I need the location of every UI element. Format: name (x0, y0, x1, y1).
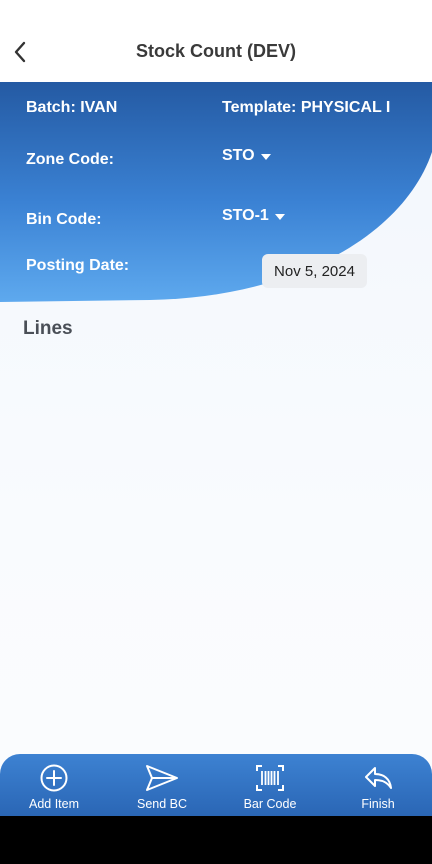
send-icon (146, 765, 178, 791)
reply-icon (365, 767, 392, 789)
posting-date-picker[interactable]: Nov 5, 2024 (262, 254, 367, 288)
zone-code-dropdown[interactable]: STO (222, 147, 271, 165)
lines-heading: Lines (23, 318, 73, 339)
bin-code-value: STO-1 (222, 207, 269, 224)
bin-code-dropdown[interactable]: STO-1 (222, 207, 285, 225)
bar-code-label: Bar Code (243, 797, 297, 811)
system-navigation-bar (0, 816, 432, 864)
add-item-label: Add Item (28, 797, 80, 811)
send-bc-button[interactable]: Send BC (108, 754, 216, 816)
batch-header-panel: Batch: IVAN Template: PHYSICAL I Zone Co… (0, 82, 432, 302)
zone-code-label: Zone Code: (26, 151, 114, 168)
bin-code-label: Bin Code: (26, 211, 102, 228)
plus-circle-icon (40, 764, 68, 792)
page-title: Stock Count (DEV) (136, 41, 296, 61)
finish-button[interactable]: Finish (324, 754, 432, 816)
zone-code-value: STO (222, 147, 255, 164)
caret-down-icon (274, 213, 285, 220)
app-bar: Stock Count (DEV) (0, 0, 432, 82)
barcode-scan-icon (256, 765, 284, 791)
posting-date-label: Posting Date: (26, 257, 130, 274)
add-item-button[interactable]: Add Item (0, 754, 108, 816)
caret-down-icon (260, 153, 271, 160)
bottom-action-bar: Add Item Send BC Bar Code Finish (0, 754, 432, 816)
finish-label: Finish (361, 797, 395, 811)
bar-code-button[interactable]: Bar Code (216, 754, 324, 816)
batch-label: Batch: IVAN (26, 99, 118, 116)
stock-count-screen: Stock Count (DEV) Batch: IVAN Template: … (0, 0, 432, 864)
send-bc-label: Send BC (136, 797, 188, 811)
template-label: Template: PHYSICAL I (222, 99, 391, 116)
